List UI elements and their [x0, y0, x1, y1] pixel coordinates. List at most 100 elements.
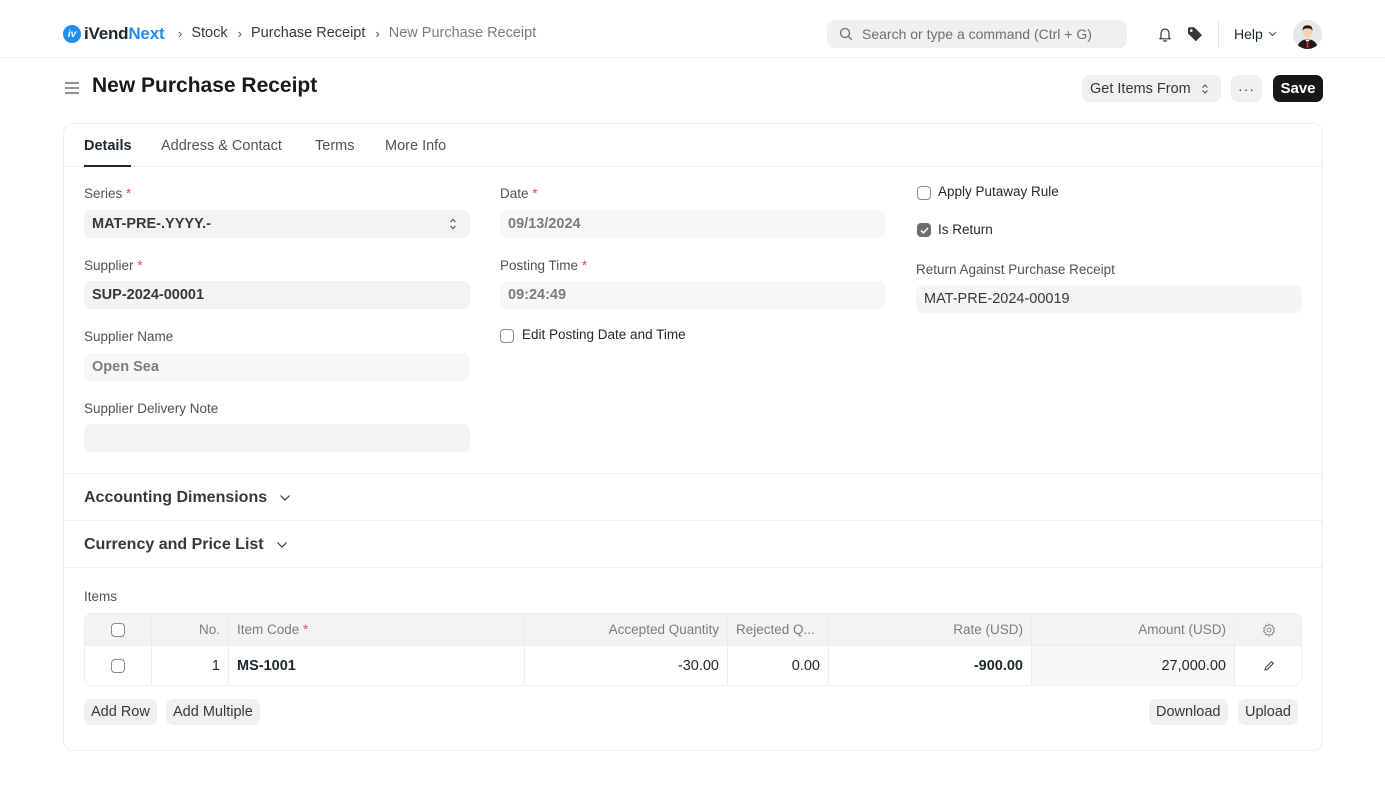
cell-no: 1 [152, 646, 229, 685]
chevron-right-icon: › [178, 25, 183, 41]
download-button[interactable]: Download [1149, 699, 1228, 725]
tab-more-info[interactable]: More Info [385, 138, 446, 154]
header-item-code-text: Item Code [237, 622, 300, 637]
chevron-down-icon [1268, 31, 1277, 37]
header-amount: Amount (USD) [1032, 614, 1235, 645]
add-multiple-button[interactable]: Add Multiple [166, 699, 260, 725]
cell-rejected-quantity[interactable]: 0.00 [728, 646, 829, 685]
accounting-dimensions-title: Accounting Dimensions [84, 489, 268, 506]
posting-time-label: Posting Time * [500, 258, 587, 273]
supplier-name-value: Open Sea [92, 359, 159, 375]
cell-accepted-quantity[interactable]: -30.00 [525, 646, 728, 685]
get-items-from-label: Get Items From [1090, 80, 1191, 97]
help-menu[interactable]: Help [1234, 26, 1277, 42]
add-row-button[interactable]: Add Row [84, 699, 157, 725]
breadcrumb-purchase-receipt[interactable]: Purchase Receipt [251, 25, 365, 41]
posting-time-label-text: Posting Time [500, 258, 579, 273]
tab-address-contact[interactable]: Address & Contact [161, 138, 282, 154]
apply-putaway-rule-label: Apply Putaway Rule [938, 184, 1059, 199]
nav-divider [1218, 21, 1219, 47]
cell-item-code[interactable]: MS-1001 [229, 646, 525, 685]
required-marker: * [137, 258, 143, 273]
search-input[interactable]: Search or type a command (Ctrl + G) [827, 20, 1127, 48]
iv-logo-icon: iv [63, 25, 81, 43]
chevron-down-icon [276, 542, 287, 548]
date-label-text: Date [500, 186, 529, 201]
chevron-down-icon [280, 495, 291, 501]
section-divider [64, 520, 1322, 521]
breadcrumb: › Stock › Purchase Receipt › New Purchas… [178, 25, 546, 41]
return-against-label: Return Against Purchase Receipt [916, 262, 1115, 277]
checkmark-icon [919, 226, 929, 234]
active-tab-indicator [84, 165, 131, 167]
hamburger-menu-icon[interactable] [64, 80, 80, 96]
required-marker: * [303, 622, 309, 637]
supplier-label: Supplier * [84, 258, 143, 273]
table-header: No. Item Code * Accepted Quantity Reject… [85, 614, 1301, 646]
avatar-person-icon [1293, 20, 1322, 49]
supplier-delivery-note-label: Supplier Delivery Note [84, 401, 219, 416]
column-settings-cell [1235, 614, 1301, 645]
get-items-from-button[interactable]: Get Items From [1082, 75, 1221, 102]
supplier-label-text: Supplier [84, 258, 134, 273]
upload-button[interactable]: Upload [1238, 699, 1298, 725]
save-button[interactable]: Save [1273, 75, 1323, 102]
return-against-value: MAT-PRE-2024-00019 [924, 291, 1070, 307]
date-field: 09/13/2024 [500, 210, 886, 238]
cell-rate[interactable]: -900.00 [829, 646, 1032, 685]
date-value: 09/13/2024 [508, 216, 581, 232]
items-label: Items [84, 589, 118, 604]
breadcrumb-stock[interactable]: Stock [191, 25, 227, 41]
settings-gear-icon[interactable] [1262, 622, 1276, 637]
tag-icon[interactable] [1186, 25, 1204, 43]
chevron-right-icon: › [375, 25, 380, 41]
header-no: No. [152, 614, 229, 645]
edit-posting-date-checkbox[interactable] [500, 329, 514, 343]
breadcrumb-current: New Purchase Receipt [388, 25, 537, 41]
row-select-checkbox[interactable] [111, 659, 125, 673]
apply-putaway-rule-checkbox[interactable] [917, 186, 931, 200]
return-against-input[interactable]: MAT-PRE-2024-00019 [916, 285, 1302, 313]
user-avatar[interactable] [1293, 20, 1322, 49]
supplier-value: SUP-2024-00001 [92, 287, 205, 303]
brand-logo[interactable]: iv iVendNext [63, 24, 165, 44]
supplier-input[interactable]: SUP-2024-00001 [84, 281, 470, 309]
series-select[interactable]: MAT-PRE-.YYYY.- [84, 210, 470, 238]
select-arrows-icon [1201, 83, 1208, 94]
chevron-right-icon: › [237, 25, 242, 41]
required-marker: * [581, 258, 588, 273]
navbar: iv iVendNext › Stock › Purchase Receipt … [0, 0, 1385, 58]
is-return-checkbox[interactable] [917, 223, 931, 237]
bell-icon[interactable] [1156, 25, 1174, 43]
select-arrows-icon [450, 218, 456, 230]
currency-price-list-title: Currency and Price List [84, 536, 264, 553]
header-accepted-quantity: Accepted Quantity [525, 614, 728, 645]
search-icon [839, 27, 853, 41]
required-marker: * [126, 186, 132, 201]
currency-price-list-section[interactable]: Currency and Price List [84, 536, 288, 554]
tab-terms[interactable]: Terms [315, 138, 354, 154]
section-divider [64, 567, 1322, 568]
tab-details[interactable]: Details [84, 138, 132, 154]
section-divider [64, 473, 1322, 474]
supplier-name-label: Supplier Name [84, 329, 174, 344]
header-rate: Rate (USD) [829, 614, 1032, 645]
search-placeholder: Search or type a command (Ctrl + G) [862, 26, 1092, 42]
table-row[interactable]: 1 MS-1001 -30.00 0.00 -900.00 27,000.00 [85, 646, 1301, 685]
edit-pencil-icon[interactable] [1263, 660, 1275, 672]
edit-posting-date-label: Edit Posting Date and Time [522, 327, 686, 342]
select-all-checkbox[interactable] [111, 622, 125, 637]
page-title: New Purchase Receipt [92, 74, 318, 97]
supplier-delivery-note-input[interactable] [84, 424, 470, 452]
help-label: Help [1234, 26, 1263, 42]
accounting-dimensions-section[interactable]: Accounting Dimensions [84, 489, 291, 507]
items-table: No. Item Code * Accepted Quantity Reject… [84, 613, 1302, 686]
more-actions-button[interactable]: ··· [1231, 75, 1262, 102]
date-label: Date * [500, 186, 538, 201]
brand-name: iVendNext [84, 24, 165, 44]
posting-time-field: 09:24:49 [500, 281, 886, 309]
header-rejected-quantity: Rejected Q... [728, 614, 829, 645]
supplier-name-field: Open Sea [84, 353, 470, 381]
form-tabs: Details Address & Contact Terms More Inf… [64, 124, 1322, 167]
row-select-cell [85, 646, 152, 685]
